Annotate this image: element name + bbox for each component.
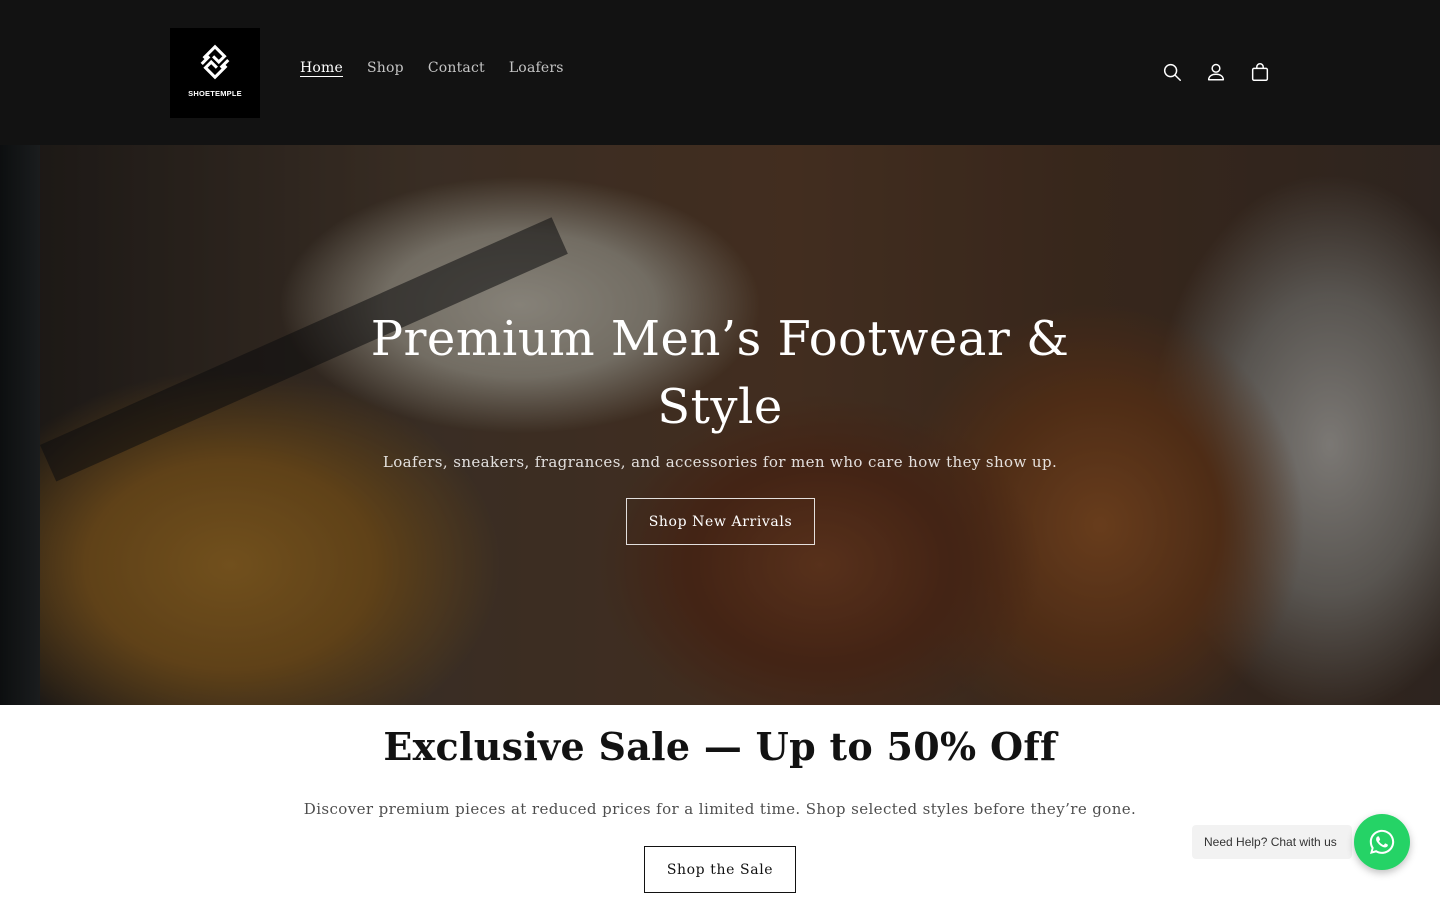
nav-item-home[interactable]: Home xyxy=(288,58,355,78)
chat-widget-label[interactable]: Need Help? Chat with us xyxy=(1192,825,1352,859)
header-icons xyxy=(1150,50,1282,94)
whatsapp-icon xyxy=(1369,829,1395,854)
sale-title: Exclusive Sale — Up to 50% Off xyxy=(383,724,1057,769)
hero-banner: Premium Men’s Footwear & Style Loafers, … xyxy=(0,145,1440,705)
cart-button[interactable] xyxy=(1238,50,1282,94)
hero-content: Premium Men’s Footwear & Style Loafers, … xyxy=(0,145,1440,705)
logo-mark-icon xyxy=(200,44,230,79)
hero-subtitle: Loafers, sneakers, fragrances, and acces… xyxy=(382,453,1058,471)
search-icon xyxy=(1163,63,1181,81)
nav-item-loafers[interactable]: Loafers xyxy=(497,58,576,78)
account-button[interactable] xyxy=(1194,50,1238,94)
logo-text: SHOETEMPLE xyxy=(188,88,242,98)
hero-title: Premium Men’s Footwear & Style xyxy=(370,311,1070,435)
shop-the-sale-button[interactable]: Shop the Sale xyxy=(644,846,796,893)
main-nav: Home Shop Contact Loafers xyxy=(288,58,576,78)
sale-subtitle: Discover premium pieces at reduced price… xyxy=(303,800,1137,818)
cart-icon xyxy=(1251,63,1269,81)
site-header: SHOETEMPLE Home Shop Contact Loafers xyxy=(0,0,1440,145)
store-logo[interactable]: SHOETEMPLE xyxy=(170,28,260,118)
shop-new-arrivals-button[interactable]: Shop New Arrivals xyxy=(626,498,815,545)
search-button[interactable] xyxy=(1150,50,1194,94)
account-icon xyxy=(1207,63,1225,81)
nav-item-shop[interactable]: Shop xyxy=(355,58,416,78)
whatsapp-chat-button[interactable] xyxy=(1354,814,1410,870)
nav-item-contact[interactable]: Contact xyxy=(416,58,497,78)
